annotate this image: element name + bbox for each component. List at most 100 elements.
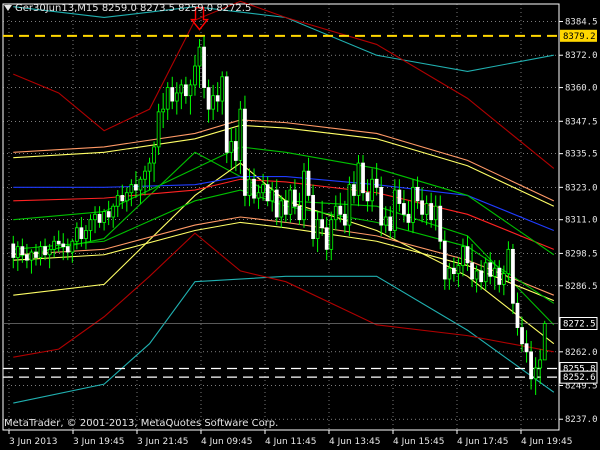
candle-body	[88, 219, 93, 231]
x-tick-label: 3 Jun 21:45	[137, 437, 188, 447]
candle-body	[47, 248, 52, 256]
y-tick-label: 8237.0	[565, 415, 598, 425]
y-tick-label: 8298.5	[565, 249, 598, 259]
candle-body	[193, 65, 197, 86]
y-tick-label: 8262.0	[565, 348, 598, 358]
candle-body	[261, 184, 265, 194]
candle-body	[424, 203, 429, 215]
candle-body	[256, 192, 261, 199]
x-tick-label: 4 Jun 13:45	[329, 437, 380, 447]
candle-body	[93, 213, 97, 221]
candle-body	[406, 213, 411, 223]
candle-body	[174, 92, 179, 102]
candle-body	[356, 162, 361, 196]
candle-body	[529, 351, 533, 380]
candle-body	[11, 243, 16, 258]
candle-body	[170, 87, 175, 102]
candle-body	[283, 200, 288, 215]
candle-body	[229, 141, 234, 153]
candle-body	[497, 267, 502, 285]
candle-body	[524, 343, 529, 353]
candle-body	[265, 184, 270, 202]
candle-body	[270, 189, 275, 202]
candle-body	[161, 108, 166, 113]
x-tick-label: 4 Jun 17:45	[457, 437, 508, 447]
candle-body	[215, 95, 220, 102]
candle-body	[106, 211, 111, 218]
candle-body	[492, 267, 497, 277]
price-label-text: 8252.6	[563, 373, 596, 383]
ohlc-readout: 8259.0 8273.5 8259.0 8272.5	[101, 3, 252, 14]
candle-body	[252, 178, 256, 199]
candle-body	[56, 240, 61, 245]
candle-body	[184, 84, 188, 97]
candle-body	[143, 170, 147, 180]
candle-body	[134, 184, 138, 191]
candle-body	[34, 251, 38, 258]
candle-body	[429, 203, 434, 221]
candle-body	[452, 267, 456, 275]
candle-body	[361, 162, 365, 194]
candle-body	[124, 192, 129, 202]
candle-body	[15, 246, 20, 258]
price-chart[interactable]: 8384.5 8372.0 8360.0 8347.5 8335.5 8323.0 8311…	[0, 0, 600, 450]
candle-body	[233, 141, 238, 161]
candle-body	[342, 213, 347, 226]
candle-body	[52, 240, 57, 250]
candle-body	[179, 84, 184, 94]
candle-body	[392, 189, 397, 231]
candle-body	[483, 262, 488, 283]
candle-body	[84, 230, 88, 239]
candle-body	[211, 95, 216, 110]
candle-body	[315, 219, 320, 239]
candle-body	[438, 205, 443, 242]
symbol-timeframe: Ger30Jun13,M15	[15, 3, 99, 14]
x-tick-label: 3 Jun 19:45	[73, 437, 124, 447]
candle-body	[538, 359, 543, 369]
candle-body	[115, 195, 120, 207]
candle-body	[383, 216, 388, 226]
x-tick-label: 4 Jun 09:45	[201, 437, 252, 447]
candle-body	[111, 205, 116, 218]
candle-body	[365, 192, 370, 202]
candle-body	[533, 367, 538, 380]
candle-body	[352, 184, 356, 196]
candle-body	[29, 251, 34, 261]
candle-body	[347, 184, 352, 226]
candle-body	[542, 323, 547, 361]
candle-body	[479, 270, 484, 283]
candle-body	[515, 302, 520, 328]
candle-body	[433, 205, 438, 221]
candle-body	[247, 178, 252, 196]
y-tick-label: 8286.5	[565, 282, 598, 292]
candle-body	[470, 262, 474, 280]
x-tick-label: 4 Jun 11:45	[265, 437, 316, 447]
candle-body	[388, 216, 393, 231]
y-tick-label: 8384.5	[565, 18, 598, 28]
candle-body	[220, 76, 225, 102]
candle-body	[442, 240, 447, 280]
candle-body	[461, 246, 465, 266]
candle-body	[374, 178, 379, 188]
candle-body	[324, 227, 329, 250]
candle-body	[238, 108, 243, 161]
candle-body	[202, 46, 206, 88]
y-tick-label: 8335.5	[565, 150, 598, 160]
candle-body	[79, 227, 84, 239]
candle-body	[520, 327, 524, 345]
candle-body	[138, 178, 143, 191]
candle-body	[411, 186, 415, 223]
candle-body	[297, 205, 302, 221]
candle-body	[420, 200, 424, 215]
y-tick-label: 8323.0	[565, 183, 598, 193]
candle-body	[329, 219, 334, 250]
x-tick-label: 4 Jun 15:45	[393, 437, 444, 447]
candle-body	[102, 211, 106, 223]
candle-body	[338, 205, 343, 215]
candle-body	[188, 84, 193, 97]
candle-body	[465, 246, 470, 264]
candle-body	[311, 195, 315, 239]
y-tick-label: 8360.0	[565, 84, 598, 94]
candle-body	[74, 227, 79, 242]
candle-body	[302, 170, 306, 221]
